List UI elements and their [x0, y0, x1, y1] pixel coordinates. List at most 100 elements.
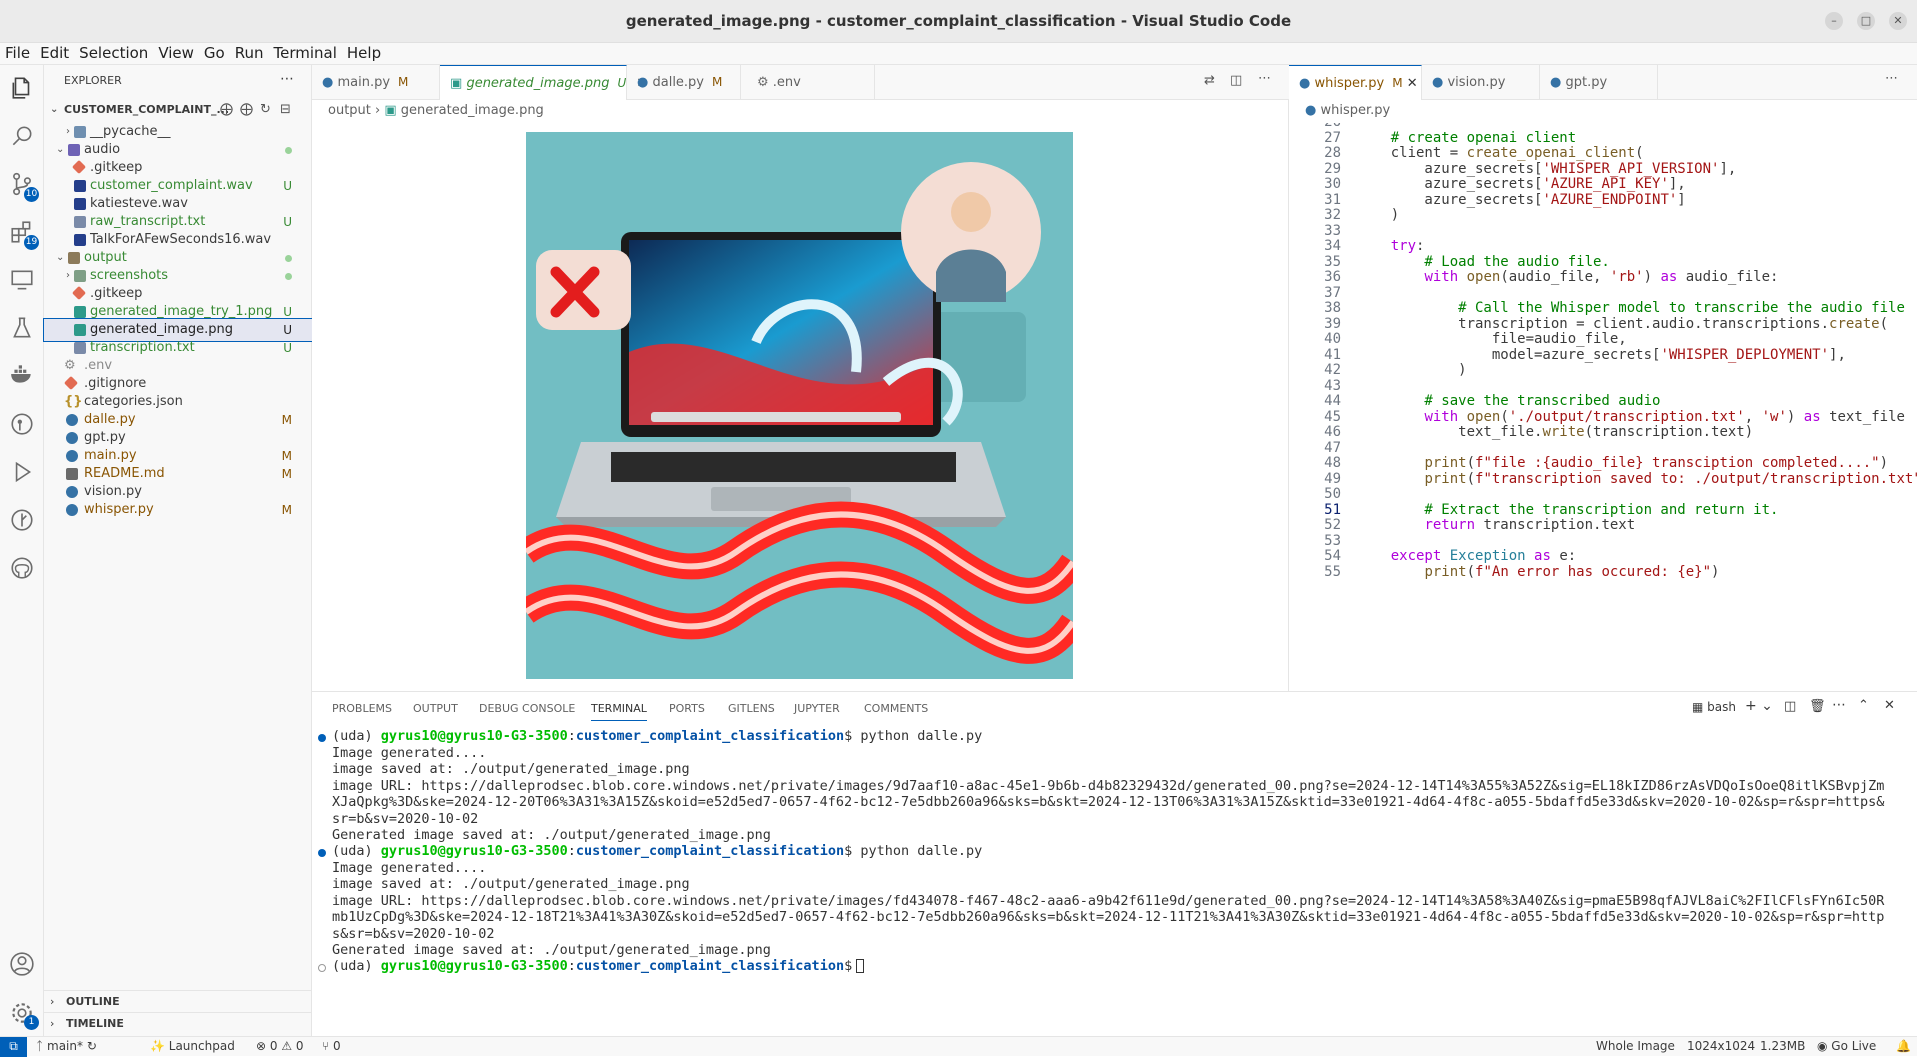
ports-indicator[interactable]: ⑂ 0 [322, 1037, 341, 1056]
outline-section[interactable]: › OUTLINE [44, 990, 312, 1012]
gitlens-icon[interactable] [9, 411, 35, 437]
terminal-output-1: Image generated.... image saved at: ./out… [332, 744, 1885, 844]
menu-run[interactable]: Run [230, 43, 269, 62]
image-zoom-mode[interactable]: Whole Image [1596, 1037, 1675, 1056]
tab-comments[interactable]: COMMENTS [864, 702, 928, 715]
menu-go[interactable]: Go [199, 43, 230, 62]
accounts-icon[interactable] [9, 951, 35, 977]
line-number: 55 [1324, 563, 1341, 580]
terminal-cursor [856, 959, 865, 973]
status-bar: ⧉ ᛏ main* ↻ ✨ Launchpad ⊗ 0 ⚠ 0 ⑂ 0 Whol… [0, 1036, 1917, 1057]
tab-env[interactable]: ⚙ .env [741, 65, 875, 100]
run-debug-icon[interactable] [9, 459, 35, 485]
tab-gpt-py[interactable]: ● gpt.py [1540, 65, 1658, 100]
menu-selection[interactable]: Selection [74, 43, 153, 62]
menu-terminal[interactable]: Terminal [269, 43, 342, 62]
menu-view[interactable]: View [153, 43, 199, 62]
more-actions-icon[interactable]: ⋯ [1258, 71, 1271, 86]
explorer-sidebar: EXPLORER ⋯ ⌄ CUSTOMER_COMPLAINT_... ⨁ ⨁ … [43, 65, 313, 1036]
root-folder-label: CUSTOMER_COMPLAINT_... [64, 103, 230, 116]
breadcrumb: output › ▣ generated_image.png [328, 103, 544, 118]
tab-problems[interactable]: PROBLEMS [332, 702, 392, 715]
split-editor-icon[interactable]: ◫ [1230, 73, 1242, 88]
maximize-panel-icon[interactable]: ⌃ [1858, 698, 1869, 713]
image-preview [526, 132, 1073, 679]
image-file-size: 1.23MB [1760, 1039, 1806, 1053]
editor-tabs-right: ● whisper.py M ✕ ● vision.py ● gpt.py [1289, 65, 1917, 100]
testing-icon[interactable] [9, 315, 35, 341]
maximize-button[interactable]: □ [1857, 12, 1875, 30]
chevron-right-icon: › [50, 1017, 55, 1030]
chevron-right-icon: › [50, 995, 55, 1008]
tab-whisper-py[interactable]: ● whisper.py M ✕ [1289, 65, 1422, 100]
more-actions-icon[interactable]: ⋯ [1832, 697, 1846, 713]
minimize-button[interactable]: – [1825, 12, 1843, 30]
remote-explorer-icon[interactable] [9, 267, 35, 293]
menu-edit[interactable]: Edit [35, 43, 74, 62]
tab-gitlens[interactable]: GITLENS [728, 702, 775, 715]
bottom-panel: PROBLEMS OUTPUT DEBUG CONSOLE TERMINAL P… [312, 691, 1917, 1036]
close-window-button[interactable]: ✕ [1889, 12, 1907, 30]
tree-item-whisper-py[interactable]: whisper.py M [44, 499, 312, 521]
tab-jupyter[interactable]: JUPYTER [794, 702, 840, 715]
command-pending-icon [318, 964, 326, 972]
refresh-icon[interactable]: ↻ [260, 99, 271, 121]
explorer-icon[interactable] [9, 75, 35, 101]
image-editor-group: ● main.py M ▣ generated_image.png U ✕ ● da… [312, 65, 1289, 691]
new-file-icon[interactable]: ⨁ [220, 99, 233, 121]
git-graph-icon[interactable] [9, 507, 35, 533]
close-tab-icon[interactable]: ✕ [1407, 76, 1418, 91]
collapse-all-icon[interactable]: ⊟ [280, 99, 291, 121]
explorer-root[interactable]: ⌄ CUSTOMER_COMPLAINT_... ⨁ ⨁ ↻ ⊟ [44, 99, 312, 121]
command-success-icon [318, 734, 326, 742]
generated-image-illustration [526, 132, 1073, 679]
remote-indicator-icon[interactable]: ⧉ [0, 1037, 27, 1057]
extensions-badge: 19 [24, 235, 39, 250]
code-editor-group: ● whisper.py M ✕ ● vision.py ● gpt.py ⋯ ●… [1289, 65, 1917, 691]
tab-generated-image[interactable]: ▣ generated_image.png U ✕ [440, 65, 647, 100]
scm-badge: 10 [24, 187, 39, 202]
menu-file[interactable]: File [0, 43, 35, 62]
terminal-prompt-current[interactable]: (uda) gyrus10@gyrus10-G3-3500:customer_c… [332, 958, 1892, 975]
line-code: print(f"An error has occured: {e}") [1424, 563, 1720, 580]
editor-tabs-left: ● main.py M ▣ generated_image.png U ✕ ● da… [312, 65, 1289, 100]
breadcrumb-file[interactable]: generated_image.png [401, 103, 544, 118]
menu-help[interactable]: Help [342, 43, 386, 62]
breadcrumb-right: ● whisper.py [1305, 103, 1391, 118]
terminal-output-2: Image generated.... image saved at: ./out… [332, 859, 1885, 959]
terminal-shell-selector[interactable]: ▦ bash [1692, 700, 1736, 714]
tab-output[interactable]: OUTPUT [413, 702, 458, 715]
notifications-bell-icon[interactable]: 🔔 [1896, 1037, 1911, 1056]
window-title: generated_image.png - customer_complaint… [625, 12, 1292, 30]
new-terminal-icon[interactable]: + ⌄ [1745, 698, 1773, 714]
launchpad-item[interactable]: ✨ Launchpad [150, 1037, 235, 1056]
problems-indicator[interactable]: ⊗ 0 ⚠ 0 [256, 1037, 304, 1056]
code-area[interactable]: 2627 # create openai client28 client = c… [1289, 123, 1917, 691]
tab-main-py[interactable]: ● main.py M [312, 65, 440, 100]
search-icon[interactable] [9, 123, 35, 149]
new-folder-icon[interactable]: ⨁ [240, 99, 253, 121]
explorer-more-icon[interactable]: ⋯ [280, 71, 294, 87]
tab-dalle-py[interactable]: ● dalle.py M [627, 65, 741, 100]
manage-badge: 1 [24, 1015, 39, 1030]
tab-terminal[interactable]: TERMINAL [591, 702, 647, 721]
terminal-prompt-2: (uda) gyrus10@gyrus10-G3-3500:customer_c… [332, 843, 983, 859]
command-success-icon [318, 849, 326, 857]
kill-terminal-icon[interactable]: 🗑 [1809, 699, 1826, 714]
more-actions-icon[interactable]: ⋯ [1885, 71, 1898, 86]
github-icon[interactable] [9, 555, 35, 581]
tab-ports[interactable]: PORTS [669, 702, 705, 715]
close-panel-icon[interactable]: ✕ [1884, 698, 1895, 713]
tab-vision-py[interactable]: ● vision.py [1422, 65, 1540, 100]
terminal-prompt-1: (uda) gyrus10@gyrus10-G3-3500:customer_c… [332, 728, 983, 744]
branch-indicator[interactable]: ᛏ main* ↻ [36, 1037, 97, 1056]
open-changes-icon[interactable]: ⇄ [1204, 73, 1215, 88]
breadcrumb-folder[interactable]: output [328, 103, 371, 118]
breadcrumb-file[interactable]: whisper.py [1320, 103, 1390, 118]
split-terminal-icon[interactable]: ◫ [1784, 699, 1796, 714]
explorer-title: EXPLORER [64, 74, 122, 87]
tab-debug-console[interactable]: DEBUG CONSOLE [479, 702, 575, 715]
timeline-section[interactable]: › TIMELINE [44, 1012, 312, 1034]
go-live-button[interactable]: ◉ Go Live [1817, 1037, 1876, 1056]
docker-icon[interactable] [9, 361, 35, 387]
